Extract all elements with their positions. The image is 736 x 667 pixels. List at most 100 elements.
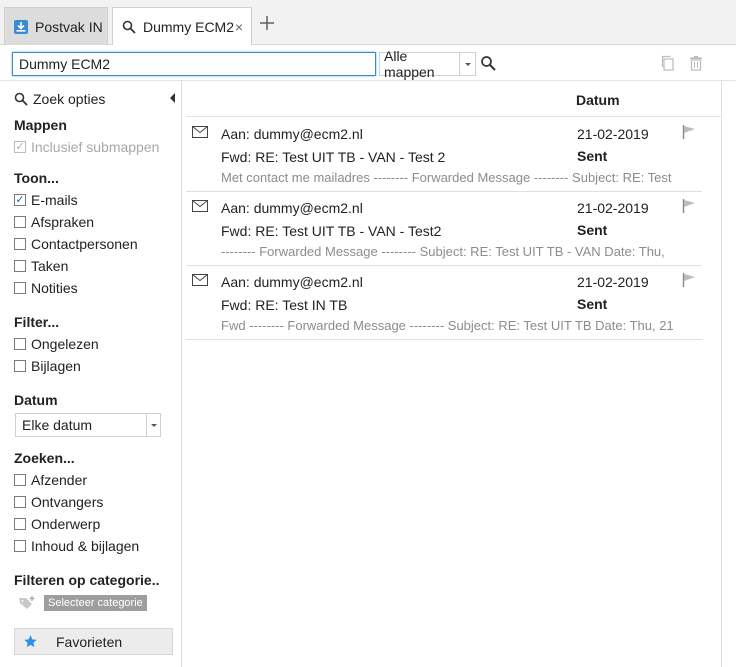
checkbox <box>14 518 26 530</box>
star-icon <box>23 634 38 649</box>
select-category-button[interactable]: Selecteer categorie <box>44 595 147 611</box>
checkbox-label: Taken <box>31 258 69 274</box>
checkbox <box>14 238 26 250</box>
envelope-icon <box>192 126 208 138</box>
tab-bar: Postvak IN Dummy ECM2 × <box>0 0 736 46</box>
results-list: Datum Aan: dummy@ecm2.nl 21-02-2019 Fwd:… <box>186 81 722 667</box>
search-icon <box>14 92 28 106</box>
flag-icon[interactable] <box>682 125 696 139</box>
search-recipients-checkbox[interactable]: Ontvangers <box>14 494 103 510</box>
checkbox <box>14 216 26 228</box>
search-body-attachments-checkbox[interactable]: Inhoud & bijlagen <box>14 538 139 554</box>
search-input[interactable] <box>12 52 376 76</box>
checkbox <box>14 540 26 552</box>
message-subject: Fwd: RE: Test IN TB <box>221 297 348 313</box>
filter-unread-checkbox[interactable]: Ongelezen <box>14 336 99 352</box>
list-header: Datum <box>186 81 722 117</box>
search-button-icon[interactable] <box>480 55 498 73</box>
date-heading: Datum <box>14 392 58 408</box>
show-tasks-checkbox[interactable]: Taken <box>14 258 68 274</box>
search-options-header[interactable]: Zoek opties <box>14 91 105 107</box>
category-filter-heading: Filteren op categorie.. <box>14 572 160 588</box>
checkbox <box>14 496 26 508</box>
envelope-icon <box>192 200 208 212</box>
filter-attachments-checkbox[interactable]: Bijlagen <box>14 358 81 374</box>
tab-label: Dummy ECM2 <box>143 18 235 35</box>
message-status: Sent <box>577 148 608 164</box>
message-preview: -------- Forwarded Message -------- Subj… <box>221 244 665 259</box>
inbox-download-icon <box>13 19 29 35</box>
message-row[interactable]: Aan: dummy@ecm2.nl 21-02-2019 Fwd: RE: T… <box>186 118 702 192</box>
tab-postvak-in[interactable]: Postvak IN <box>4 7 108 45</box>
collapse-left-icon[interactable] <box>170 93 175 103</box>
checkbox-label: Notities <box>31 280 78 296</box>
flag-icon[interactable] <box>682 199 696 213</box>
envelope-icon <box>192 274 208 286</box>
show-contacts-checkbox[interactable]: Contactpersonen <box>14 236 138 252</box>
show-appointments-checkbox[interactable]: Afspraken <box>14 214 94 230</box>
date-select[interactable]: Elke datum <box>15 413 161 437</box>
checkbox <box>14 338 26 350</box>
search-toolbar: Alle mappen <box>0 45 736 81</box>
checkbox-checked: ✓ <box>14 194 26 206</box>
reading-pane <box>722 81 736 667</box>
tab-label: Postvak IN <box>35 18 103 35</box>
checkbox-label: Bijlagen <box>31 358 81 374</box>
search-sender-checkbox[interactable]: Afzender <box>14 472 87 488</box>
include-subfolders-checkbox[interactable]: ✓ Inclusief submappen <box>14 139 159 155</box>
message-row[interactable]: Aan: dummy@ecm2.nl 21-02-2019 Fwd: RE: T… <box>186 192 702 266</box>
message-status: Sent <box>577 296 608 312</box>
checkbox-checked: ✓ <box>14 141 26 153</box>
add-tab-icon[interactable] <box>258 14 276 32</box>
message-date: 21-02-2019 <box>577 126 649 142</box>
message-date: 21-02-2019 <box>577 200 649 216</box>
checkbox-label: E-mails <box>31 192 78 208</box>
tag-add-icon[interactable] <box>18 595 36 611</box>
folder-select-value: Alle mappen <box>384 48 435 80</box>
folders-heading: Mappen <box>14 117 67 133</box>
chevron-down-icon <box>459 53 475 75</box>
favorites-label: Favorieten <box>56 633 123 650</box>
copy-icon[interactable] <box>660 55 678 73</box>
message-subject: Fwd: RE: Test UIT TB - VAN - Test 2 <box>221 149 446 165</box>
category-row: Selecteer categorie <box>18 595 147 611</box>
date-column-header[interactable]: Datum <box>576 92 620 108</box>
checkbox-label: Afspraken <box>31 214 95 230</box>
checkbox <box>14 360 26 372</box>
show-notes-checkbox[interactable]: Notities <box>14 280 78 296</box>
message-recipient: Aan: dummy@ecm2.nl <box>221 274 363 290</box>
show-heading: Toon... <box>14 170 59 186</box>
message-preview: Fwd -------- Forwarded Message -------- … <box>221 318 673 333</box>
tab-dummy-ecm2[interactable]: Dummy ECM2 × <box>112 7 252 46</box>
search-in-heading: Zoeken... <box>14 450 75 466</box>
checkbox <box>14 260 26 272</box>
folder-select[interactable]: Alle mappen <box>379 48 476 80</box>
close-icon[interactable]: × <box>235 19 243 35</box>
flag-icon[interactable] <box>682 273 696 287</box>
checkbox-label: Ongelezen <box>31 336 99 352</box>
show-emails-checkbox[interactable]: ✓ E-mails <box>14 192 78 208</box>
date-select-value: Elke datum <box>22 417 93 433</box>
search-options-label: Zoek opties <box>33 91 106 107</box>
checkbox-label: Inhoud & bijlagen <box>31 538 140 554</box>
trash-icon[interactable] <box>688 55 706 73</box>
checkbox-label: Onderwerp <box>31 516 101 532</box>
search-icon <box>121 19 137 35</box>
checkbox <box>14 474 26 486</box>
checkbox-label: Inclusief submappen <box>31 139 160 155</box>
message-recipient: Aan: dummy@ecm2.nl <box>221 126 363 142</box>
message-subject: Fwd: RE: Test UIT TB - VAN - Test2 <box>221 223 442 239</box>
message-preview: Met contact me mailadres -------- Forwar… <box>221 170 672 185</box>
message-date: 21-02-2019 <box>577 274 649 290</box>
message-row[interactable]: Aan: dummy@ecm2.nl 21-02-2019 Fwd: RE: T… <box>186 266 702 340</box>
checkbox-label: Ontvangers <box>31 494 104 510</box>
checkbox-label: Afzender <box>31 472 88 488</box>
checkbox-label: Contactpersonen <box>31 236 138 252</box>
search-options-sidebar: Zoek opties Mappen ✓ Inclusief submappen… <box>0 81 182 667</box>
search-subject-checkbox[interactable]: Onderwerp <box>14 516 100 532</box>
message-status: Sent <box>577 222 608 238</box>
chevron-down-icon <box>146 414 160 436</box>
message-recipient: Aan: dummy@ecm2.nl <box>221 200 363 216</box>
filter-heading: Filter... <box>14 314 60 330</box>
favorites-button[interactable]: Favorieten <box>14 628 173 655</box>
